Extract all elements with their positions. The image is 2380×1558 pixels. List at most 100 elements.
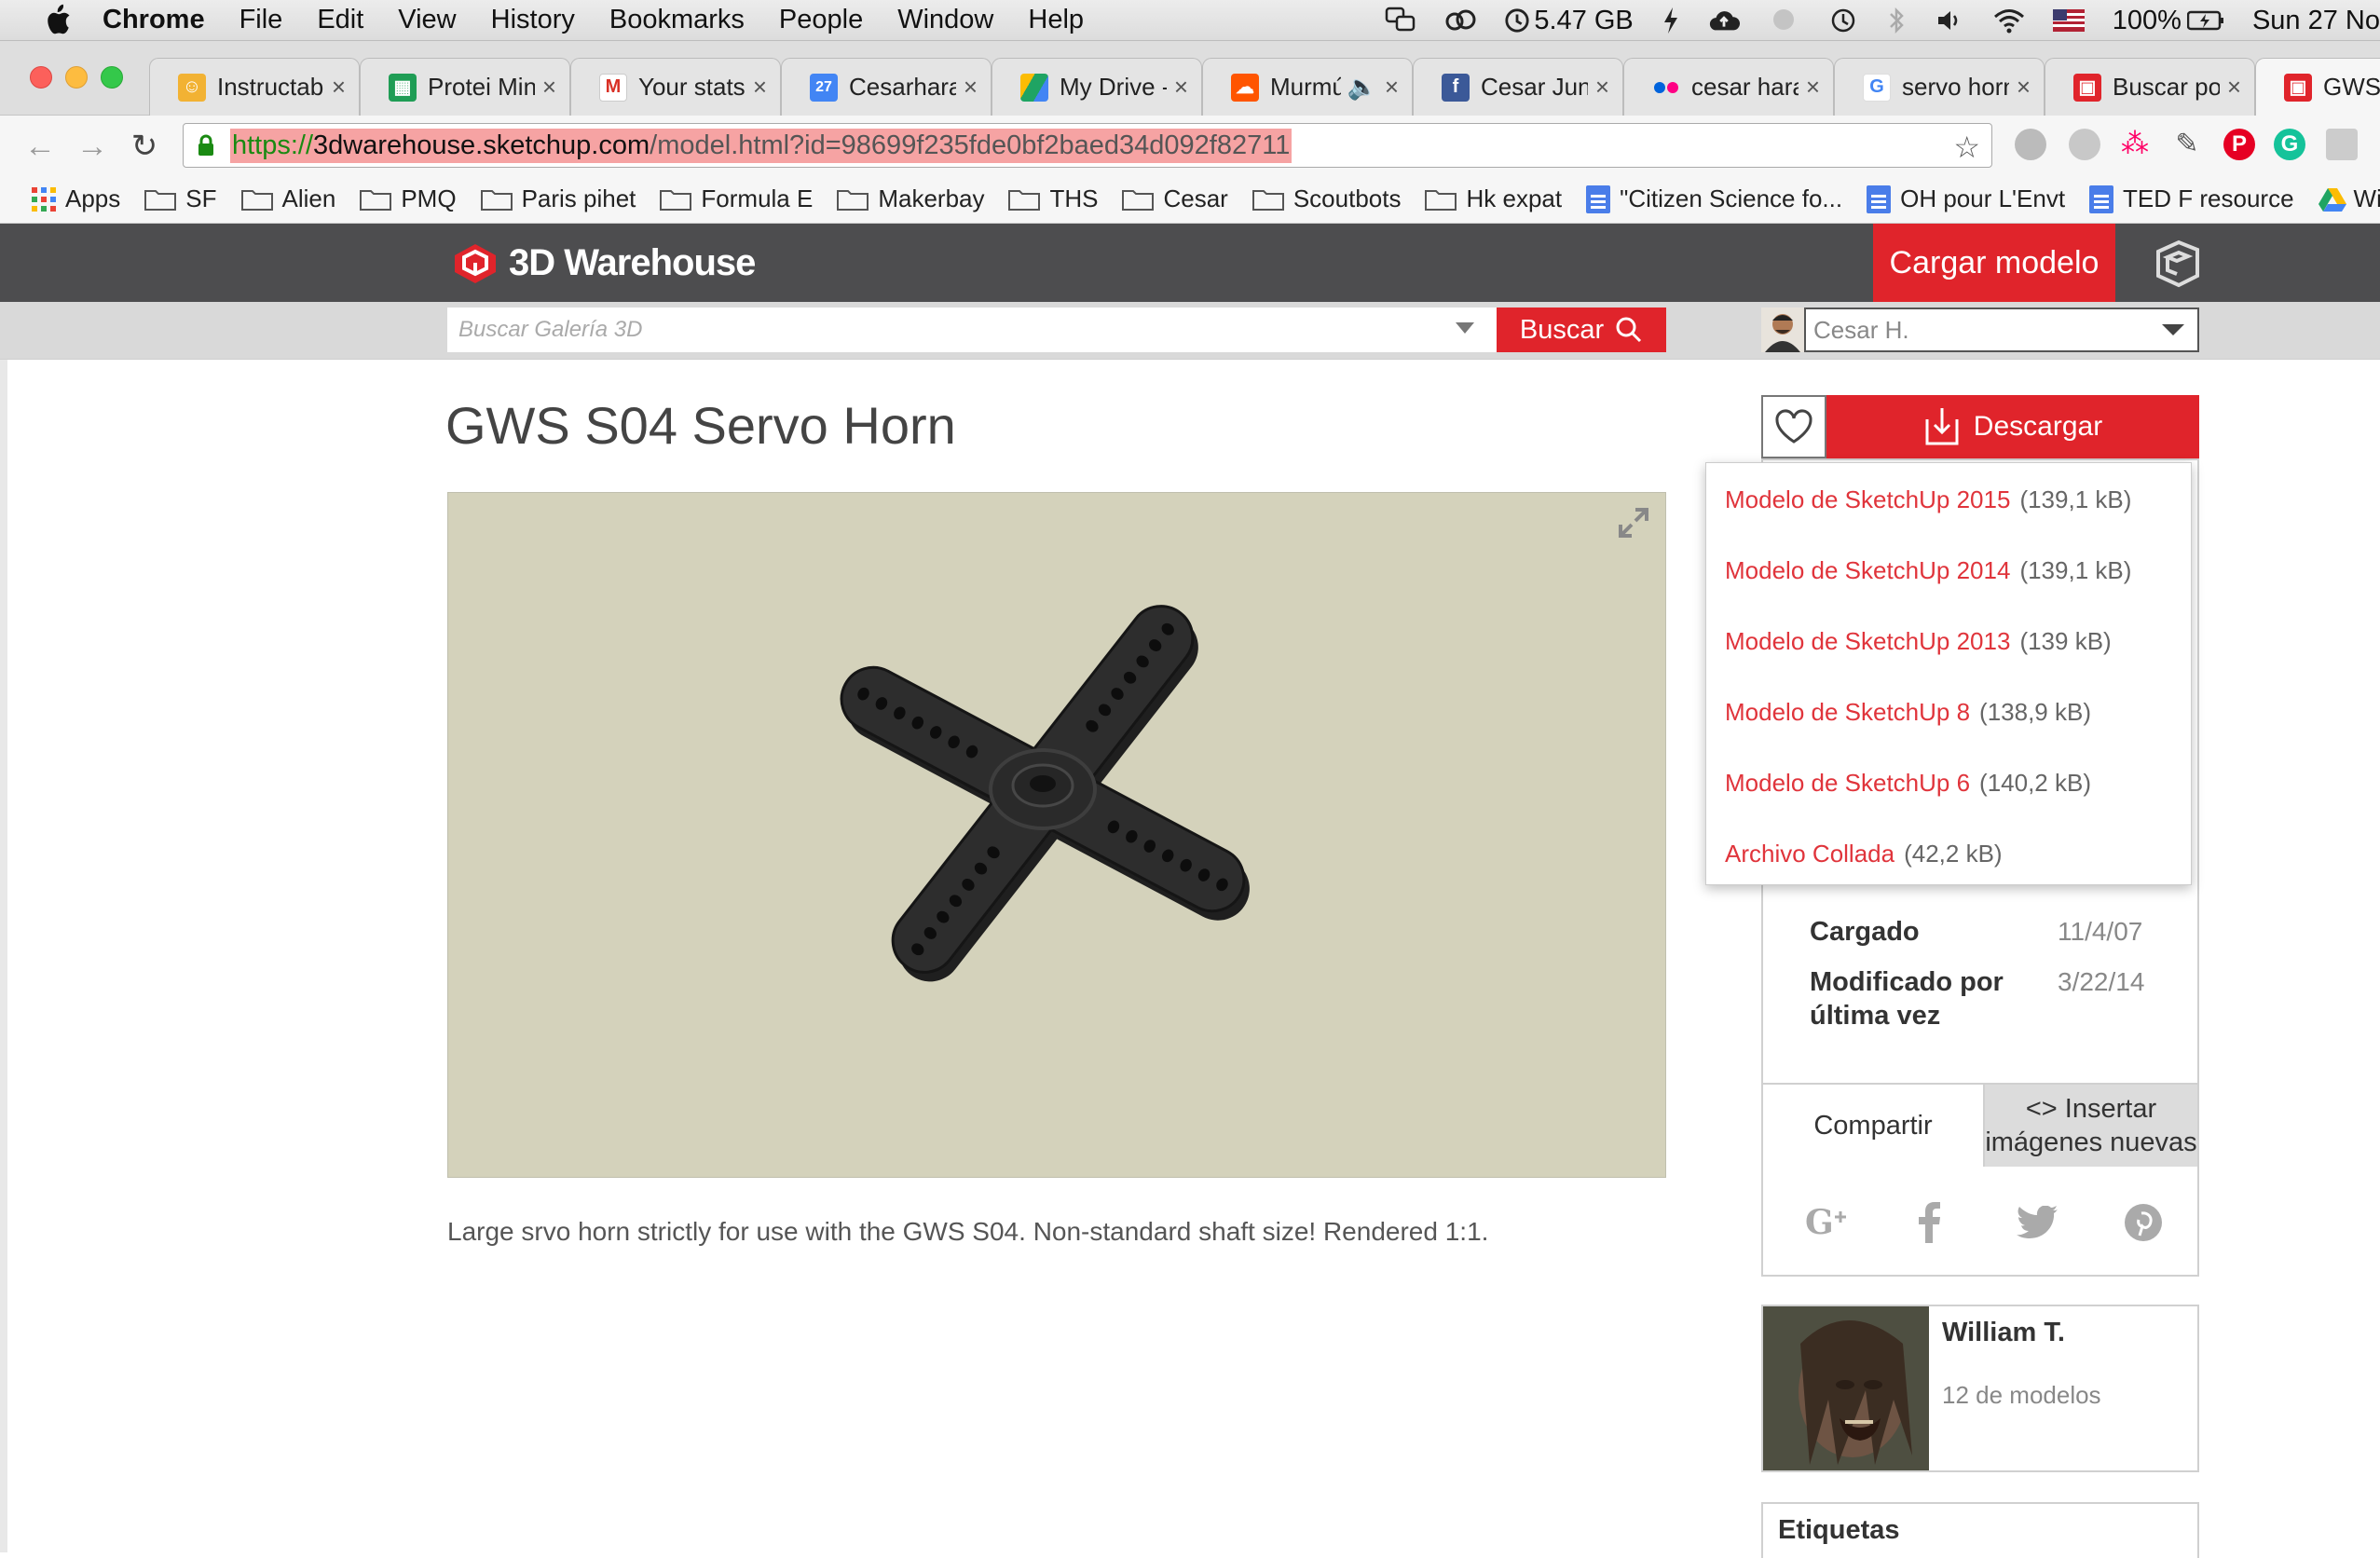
user-avatar[interactable] xyxy=(1761,308,1804,352)
tab-close-icon[interactable]: × xyxy=(753,73,767,102)
bookmark-folder-makerbay[interactable]: Makerbay xyxy=(837,184,984,213)
tab-gws-active[interactable]: ▣ GWS xyxy=(2255,58,2380,116)
menu-help[interactable]: Help xyxy=(1028,5,1084,35)
menu-window[interactable]: Window xyxy=(897,5,993,35)
grammarly-extension-icon[interactable]: G xyxy=(2274,129,2305,160)
tab-instructables[interactable]: ☺ Instructab × xyxy=(149,58,360,116)
forward-arrow-icon[interactable]: → xyxy=(75,129,110,164)
battery-status[interactable]: 100% xyxy=(2113,6,2224,36)
bookmark-doc-oh-pour-lenvt[interactable]: OH pour L'Envt xyxy=(1867,184,2065,213)
twitter-share-icon[interactable] xyxy=(2011,1196,2063,1249)
tab-close-icon[interactable]: × xyxy=(1385,73,1399,102)
3dwarehouse-logo[interactable]: 3D Warehouse xyxy=(451,239,756,287)
author-card[interactable]: William T. 12 de modelos xyxy=(1761,1305,2199,1472)
bookmark-folder-alien[interactable]: Alien xyxy=(240,184,335,213)
memory-status[interactable]: 5.47 GB xyxy=(1504,6,1634,36)
pinterest-share-icon[interactable] xyxy=(2117,1196,2169,1249)
sketchup-icon[interactable] xyxy=(2153,239,2203,289)
facebook-share-icon[interactable] xyxy=(1903,1196,1955,1249)
tab-close-icon[interactable]: × xyxy=(1595,73,1609,102)
bookmark-folder-cesar[interactable]: Cesar xyxy=(1122,184,1228,213)
balloon-extension-icon[interactable] xyxy=(2069,129,2100,160)
bookmark-folder-paris-pihet[interactable]: Paris pihet xyxy=(480,184,636,213)
favorite-button[interactable] xyxy=(1761,395,1826,458)
download-option-sketchup-2015[interactable]: Modelo de SketchUp 2015 (139,1 kB) xyxy=(1725,485,2131,514)
menu-edit[interactable]: Edit xyxy=(317,5,363,35)
fullscreen-expand-icon[interactable] xyxy=(1615,504,1652,541)
tab-embed[interactable]: <> Insertar imágenes nuevas xyxy=(1983,1085,2197,1167)
address-bar[interactable]: https://3dwarehouse.sketchup.com/model.h… xyxy=(183,123,1992,168)
creative-cloud-icon[interactable] xyxy=(1444,7,1476,34)
zoom-window-button[interactable] xyxy=(101,66,123,89)
bookmark-drive-win[interactable]: Win xyxy=(2318,184,2380,213)
us-flag-icon[interactable] xyxy=(2052,9,2085,32)
chat-icon[interactable] xyxy=(1385,7,1416,34)
bookmark-folder-sf[interactable]: SF xyxy=(144,184,217,213)
menu-bookmarks[interactable]: Bookmarks xyxy=(609,5,745,35)
author-name[interactable]: William T. xyxy=(1942,1318,2065,1348)
upload-model-button[interactable]: Cargar modelo xyxy=(1873,224,2115,302)
bookmark-folder-scoutbots[interactable]: Scoutbots xyxy=(1252,184,1401,213)
tab-google-search[interactable]: G servo horn × xyxy=(1834,58,2045,116)
google-plus-icon[interactable]: G xyxy=(1800,1196,1853,1249)
bluetooth-icon[interactable] xyxy=(1887,7,1906,34)
bookmark-folder-pmq[interactable]: PMQ xyxy=(360,184,457,213)
tab-protei-sheet[interactable]: ▦ Protei Min × xyxy=(360,58,570,116)
menu-app-name[interactable]: Chrome xyxy=(103,5,205,35)
download-option-collada[interactable]: Archivo Collada (42,2 kB) xyxy=(1725,840,2003,868)
cloud-upload-icon[interactable] xyxy=(1708,7,1740,34)
download-button[interactable]: Descargar xyxy=(1826,395,2199,458)
balloon-icon[interactable] xyxy=(1768,7,1799,34)
lightning-icon[interactable] xyxy=(1662,7,1680,34)
menu-history[interactable]: History xyxy=(491,5,575,35)
menu-people[interactable]: People xyxy=(779,5,863,35)
apple-icon[interactable] xyxy=(35,4,78,37)
tab-3dwarehouse-search[interactable]: ▣ Buscar po × xyxy=(2045,58,2255,116)
extension-icon[interactable] xyxy=(2326,129,2358,160)
bookmark-folder-hk-expat[interactable]: Hk expat xyxy=(1425,184,1562,213)
menu-view[interactable]: View xyxy=(398,5,456,35)
menu-file[interactable]: File xyxy=(239,5,283,35)
tab-close-icon[interactable]: × xyxy=(2227,73,2241,102)
bookmark-apps[interactable]: Apps xyxy=(32,184,120,213)
back-arrow-icon[interactable]: ← xyxy=(22,129,58,164)
tab-calendar[interactable]: 27 Cesarhara × xyxy=(781,58,992,116)
tab-close-icon[interactable]: × xyxy=(542,73,556,102)
download-option-sketchup-2014[interactable]: Modelo de SketchUp 2014 (139,1 kB) xyxy=(1725,556,2131,585)
clock-text[interactable]: Sun 27 No xyxy=(2252,6,2380,36)
tab-close-icon[interactable]: × xyxy=(1174,73,1188,102)
tab-gmail[interactable]: M Your stats × xyxy=(570,58,781,116)
tab-flickr[interactable]: cesar hara × xyxy=(1623,58,1834,116)
reload-icon[interactable]: ↻ xyxy=(127,129,162,164)
search-scope-chevron-down-icon[interactable] xyxy=(1456,322,1474,334)
volume-icon[interactable] xyxy=(1934,7,1965,34)
author-avatar[interactable] xyxy=(1763,1306,1929,1470)
tab-close-icon[interactable]: × xyxy=(2017,73,2031,102)
bookmark-doc-ted-resource[interactable]: TED F resource xyxy=(2089,184,2294,213)
model-viewer[interactable] xyxy=(447,492,1666,1178)
bookmark-star-icon[interactable]: ☆ xyxy=(1953,130,1980,165)
tab-google-drive[interactable]: My Drive - × xyxy=(992,58,1202,116)
minimize-window-button[interactable] xyxy=(65,66,88,89)
tab-close-icon[interactable]: × xyxy=(332,73,346,102)
pinterest-extension-icon[interactable]: P xyxy=(2223,129,2255,160)
tab-soundcloud[interactable]: ☁ Murmúr🔈 × xyxy=(1202,58,1413,116)
search-input[interactable] xyxy=(447,308,1497,352)
user-menu-select[interactable]: Cesar H. xyxy=(1804,308,2199,352)
tab-close-icon[interactable]: × xyxy=(964,73,978,102)
asana-extension-icon[interactable]: ⁂ xyxy=(2119,129,2151,160)
skype-extension-icon[interactable] xyxy=(2015,129,2046,160)
time-machine-icon[interactable] xyxy=(1827,7,1859,34)
download-option-sketchup-2013[interactable]: Modelo de SketchUp 2013 (139 kB) xyxy=(1725,627,2112,656)
close-window-button[interactable] xyxy=(30,66,52,89)
bookmark-doc-citizen-science[interactable]: "Citizen Science fo... xyxy=(1586,184,1842,213)
bookmark-folder-ths[interactable]: THS xyxy=(1008,184,1098,213)
tab-share[interactable]: Compartir xyxy=(1763,1085,1983,1167)
download-option-sketchup-6[interactable]: Modelo de SketchUp 6 (140,2 kB) xyxy=(1725,769,2091,798)
bookmark-folder-formula-e[interactable]: Formula E xyxy=(660,184,813,213)
download-option-sketchup-8[interactable]: Modelo de SketchUp 8 (138,9 kB) xyxy=(1725,698,2091,727)
wifi-icon[interactable] xyxy=(1993,7,2025,34)
tab-facebook[interactable]: f Cesar Jun × xyxy=(1413,58,1623,116)
tab-close-icon[interactable]: × xyxy=(1806,73,1820,102)
search-button[interactable]: Buscar xyxy=(1497,308,1666,352)
